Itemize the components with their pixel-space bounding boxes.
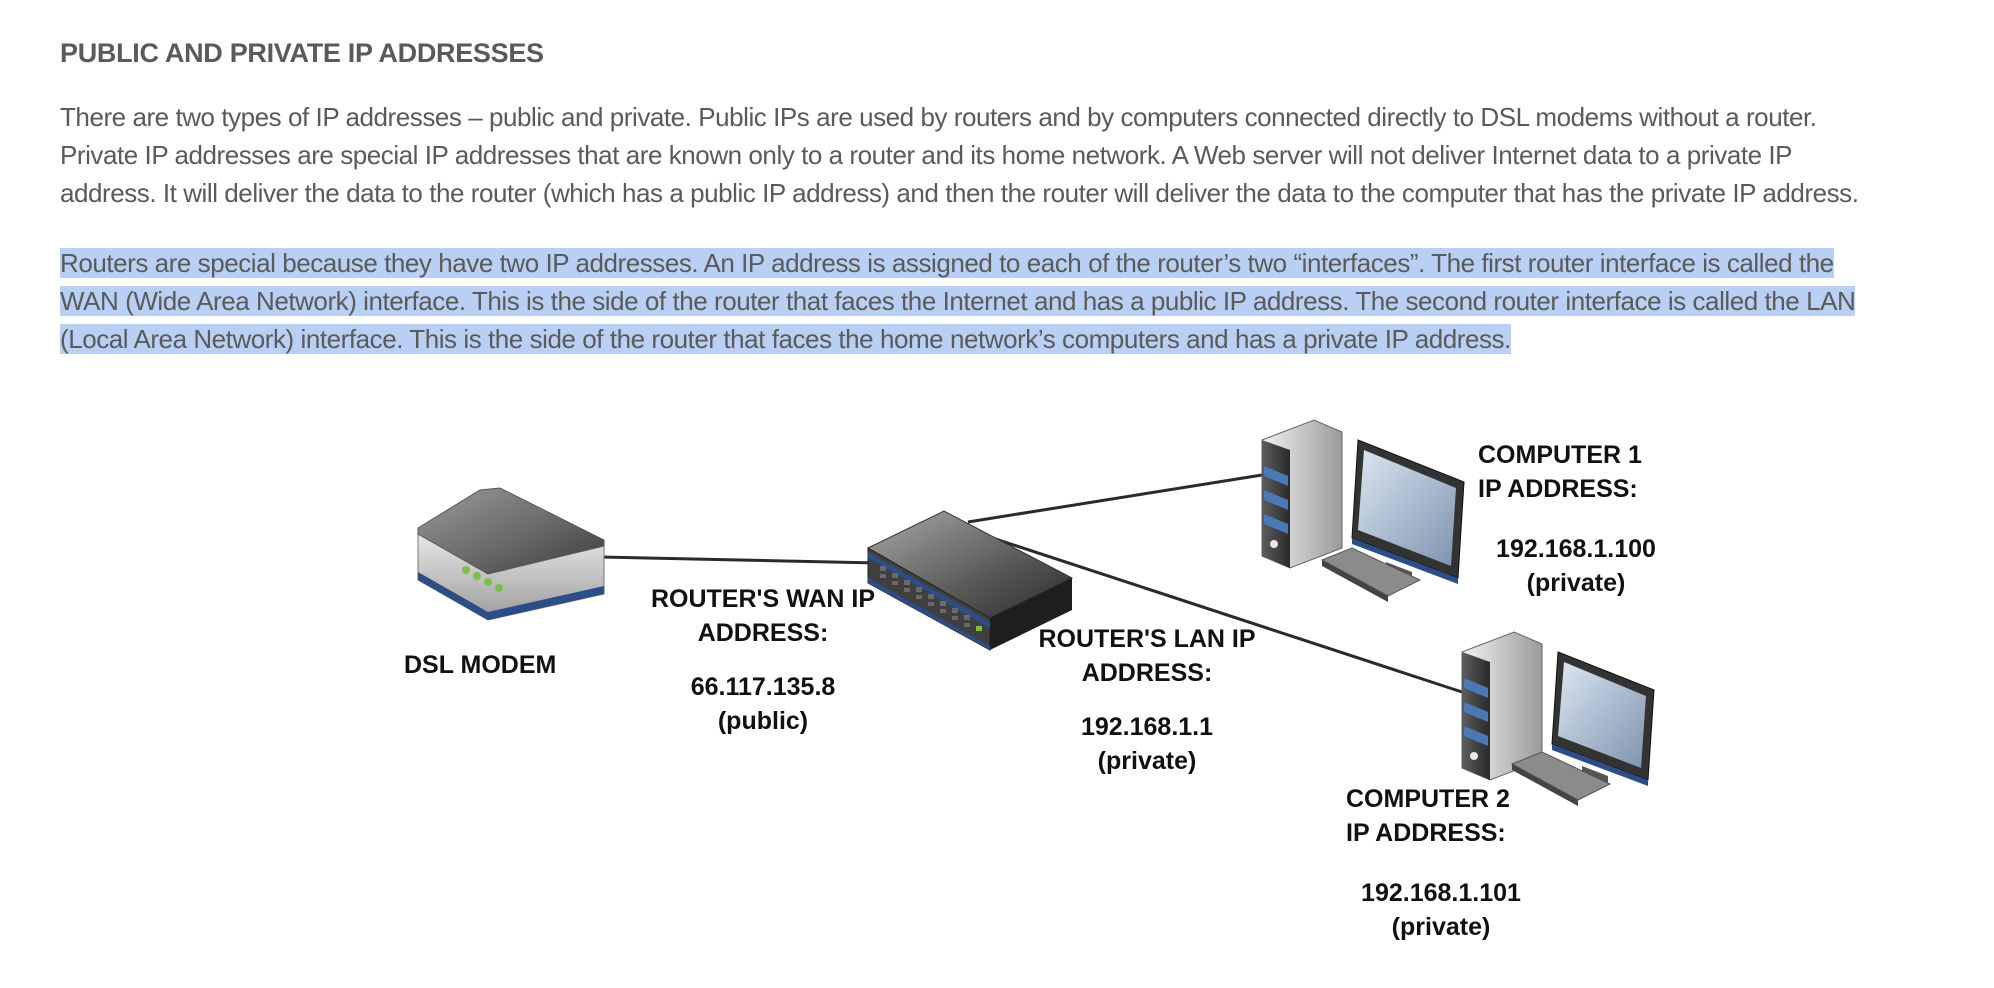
computer2-ip-scope: (private) [1391, 913, 1491, 941]
wan-ip-label: ROUTER'S WAN IP ADDRESS: 66.117.135.8 (p… [638, 582, 888, 738]
computer1-ip-value: 192.168.1.100 [1496, 535, 1656, 563]
desktop-computer-icon [1261, 419, 1465, 602]
wan-ip-title: ROUTER'S WAN IP [650, 585, 875, 613]
computer1-title: COMPUTER 1 [1478, 441, 1642, 469]
lan-ip-title: ROUTER'S LAN IP [1038, 625, 1256, 653]
dsl-modem-label: DSL MODEM [404, 651, 557, 679]
computer1-subtitle: IP ADDRESS: [1478, 475, 1638, 503]
wan-ip-scope: (public) [717, 707, 809, 735]
router-computer1-link [967, 473, 1263, 524]
computer2-ip-value: 192.168.1.101 [1361, 879, 1521, 907]
dsl-modem-icon [417, 487, 605, 621]
computer2-title: COMPUTER 2 [1346, 785, 1510, 813]
computer1-ip-scope: (private) [1526, 569, 1626, 597]
desktop-computer-icon [1461, 631, 1655, 806]
network-diagram [417, 419, 1655, 806]
modem-router-link [599, 555, 879, 565]
wan-ip-value: 66.117.135.8 [690, 673, 836, 701]
lan-ip-subtitle: ADDRESS: [1081, 659, 1213, 687]
computer2-subtitle: IP ADDRESS: [1346, 819, 1506, 847]
computer1-label: COMPUTER 1 IP ADDRESS: 192.168.1.100 (pr… [1478, 438, 1674, 600]
lan-ip-label: ROUTER'S LAN IP ADDRESS: 192.168.1.1 (pr… [1022, 622, 1272, 778]
wan-ip-subtitle: ADDRESS: [697, 619, 829, 647]
lan-ip-scope: (private) [1097, 747, 1197, 775]
computer2-label: COMPUTER 2 IP ADDRESS: 192.168.1.101 (pr… [1346, 782, 1536, 944]
lan-ip-value: 192.168.1.1 [1080, 713, 1214, 741]
